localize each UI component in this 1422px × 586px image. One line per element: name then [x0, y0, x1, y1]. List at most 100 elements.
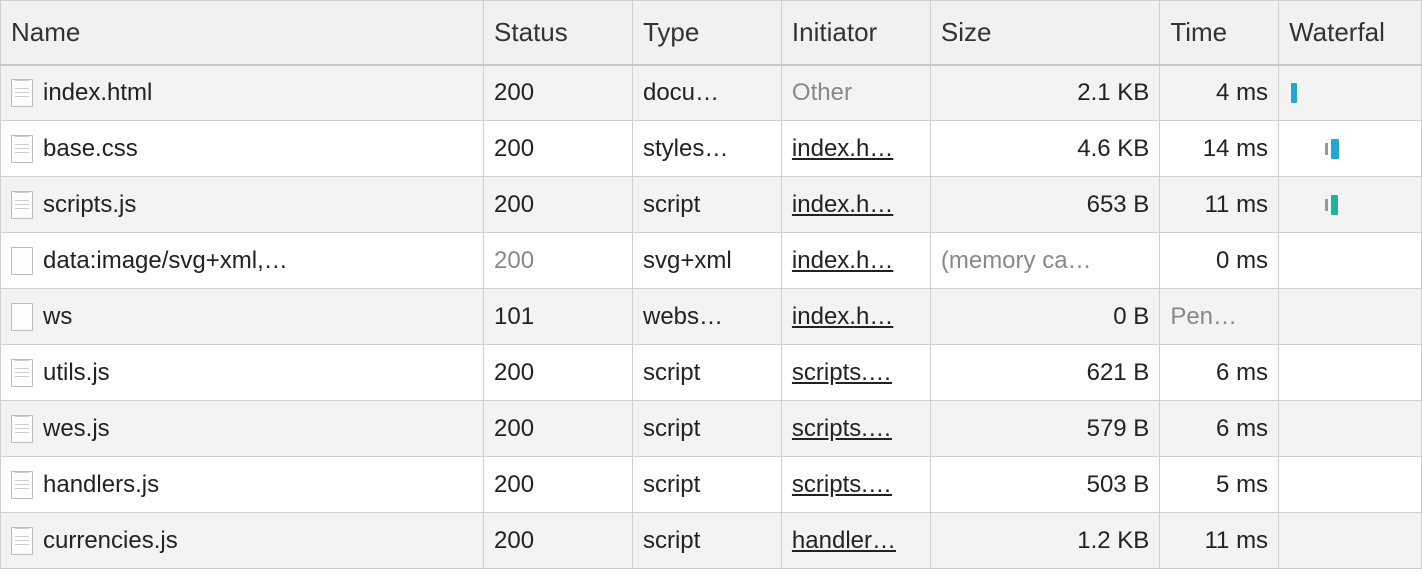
cell-initiator[interactable]: scripts.… — [781, 401, 930, 457]
col-header-size[interactable]: Size — [930, 1, 1159, 65]
cell-waterfall — [1279, 177, 1422, 233]
cell-name[interactable]: wes.js — [1, 401, 484, 457]
waterfall-bar — [1291, 83, 1297, 103]
cell-initiator[interactable]: index.h… — [781, 177, 930, 233]
cell-size: 4.6 KB — [930, 121, 1159, 177]
cell-initiator[interactable]: index.h… — [781, 289, 930, 345]
initiator-link[interactable]: handler… — [792, 527, 896, 554]
cell-waterfall — [1279, 65, 1422, 121]
request-name: scripts.js — [43, 191, 136, 219]
file-icon — [11, 415, 33, 443]
table-row[interactable]: scripts.js200scriptindex.h…653 B11 ms — [1, 177, 1422, 233]
cell-size: 579 B — [930, 401, 1159, 457]
waterfall-bar — [1331, 195, 1338, 215]
cell-waterfall — [1279, 345, 1422, 401]
initiator-link[interactable]: index.h… — [792, 191, 893, 218]
cell-status: 200 — [484, 65, 633, 121]
request-name: base.css — [43, 135, 138, 163]
cell-status: 200 — [484, 121, 633, 177]
table-row[interactable]: data:image/svg+xml,… 200svg+xml index.h… (m… — [1, 233, 1422, 289]
cell-type: styles… — [632, 121, 781, 177]
cell-type: script — [632, 177, 781, 233]
request-name: currencies.js — [43, 527, 178, 555]
cell-initiator[interactable]: index.h… — [781, 233, 930, 289]
cell-time: Pen… — [1160, 289, 1279, 345]
cell-size: 653 B — [930, 177, 1159, 233]
cell-name[interactable]: utils.js — [1, 345, 484, 401]
cell-initiator[interactable]: handler… — [781, 513, 930, 569]
cell-name[interactable]: ws — [1, 289, 484, 345]
table-row[interactable]: base.css 200styles… index.h… 4.6 KB14 ms — [1, 121, 1422, 177]
table-row[interactable]: index.html 200docu… Other 2.1 KB4 ms — [1, 65, 1422, 121]
col-header-initiator[interactable]: Initiator — [781, 1, 930, 65]
cell-type: webs… — [632, 289, 781, 345]
cell-size: (memory ca… — [930, 233, 1159, 289]
col-header-name[interactable]: Name — [1, 1, 484, 65]
cell-name[interactable]: data:image/svg+xml,… — [1, 233, 484, 289]
request-name: ws — [43, 303, 72, 331]
cell-status: 200 — [484, 177, 633, 233]
cell-size: 1.2 KB — [930, 513, 1159, 569]
cell-type: svg+xml — [632, 233, 781, 289]
cell-type: script — [632, 457, 781, 513]
cell-status: 200 — [484, 401, 633, 457]
file-icon — [11, 247, 33, 275]
initiator-link[interactable]: index.h… — [792, 135, 893, 162]
col-header-type[interactable]: Type — [632, 1, 781, 65]
cell-type: docu… — [632, 65, 781, 121]
cell-status: 200 — [484, 457, 633, 513]
file-icon — [11, 527, 33, 555]
cell-time: 4 ms — [1160, 65, 1279, 121]
table-row[interactable]: handlers.js200scriptscripts.…503 B5 ms — [1, 457, 1422, 513]
cell-waterfall — [1279, 457, 1422, 513]
table-row[interactable]: utils.js200scriptscripts.…621 B6 ms — [1, 345, 1422, 401]
file-icon — [11, 471, 33, 499]
cell-size: 0 B — [930, 289, 1159, 345]
cell-time: 11 ms — [1160, 513, 1279, 569]
request-name: handlers.js — [43, 471, 159, 499]
table-header-row: Name Status Type Initiator Size Time Wat… — [1, 1, 1422, 65]
initiator-link[interactable]: scripts.… — [792, 415, 892, 442]
cell-size: 2.1 KB — [930, 65, 1159, 121]
file-icon — [11, 79, 33, 107]
cell-name[interactable]: currencies.js — [1, 513, 484, 569]
request-name: index.html — [43, 79, 152, 107]
cell-waterfall — [1279, 401, 1422, 457]
file-icon — [11, 191, 33, 219]
network-table: Name Status Type Initiator Size Time Wat… — [0, 0, 1422, 569]
table-row[interactable]: currencies.js 200script handler… 1.2 KB11 m… — [1, 513, 1422, 569]
col-header-waterfall[interactable]: Waterfal — [1279, 1, 1422, 65]
cell-initiator[interactable]: index.h… — [781, 121, 930, 177]
cell-size: 621 B — [930, 345, 1159, 401]
waterfall-queue-tick — [1325, 199, 1328, 211]
cell-name[interactable]: scripts.js — [1, 177, 484, 233]
initiator-link[interactable]: scripts.… — [792, 471, 892, 498]
col-header-time[interactable]: Time — [1160, 1, 1279, 65]
table-row[interactable]: ws 101webs… index.h… 0 BPen… — [1, 289, 1422, 345]
cell-initiator[interactable]: scripts.… — [781, 457, 930, 513]
request-name: data:image/svg+xml,… — [43, 247, 288, 275]
cell-type: script — [632, 401, 781, 457]
table-row[interactable]: wes.js200scriptscripts.…579 B6 ms — [1, 401, 1422, 457]
file-icon — [11, 359, 33, 387]
initiator-link[interactable]: scripts.… — [792, 359, 892, 386]
cell-time: 14 ms — [1160, 121, 1279, 177]
initiator-link[interactable]: index.h… — [792, 303, 893, 330]
cell-type: script — [632, 513, 781, 569]
cell-waterfall — [1279, 233, 1422, 289]
cell-time: 0 ms — [1160, 233, 1279, 289]
initiator-link[interactable]: index.h… — [792, 247, 893, 274]
cell-status: 200 — [484, 345, 633, 401]
cell-waterfall — [1279, 513, 1422, 569]
request-name: wes.js — [43, 415, 110, 443]
cell-time: 6 ms — [1160, 345, 1279, 401]
col-header-status[interactable]: Status — [484, 1, 633, 65]
cell-name[interactable]: base.css — [1, 121, 484, 177]
cell-status: 200 — [484, 233, 633, 289]
cell-name[interactable]: handlers.js — [1, 457, 484, 513]
initiator-text: Other — [792, 79, 852, 106]
cell-status: 200 — [484, 513, 633, 569]
cell-initiator[interactable]: scripts.… — [781, 345, 930, 401]
cell-name[interactable]: index.html — [1, 65, 484, 121]
cell-status: 101 — [484, 289, 633, 345]
